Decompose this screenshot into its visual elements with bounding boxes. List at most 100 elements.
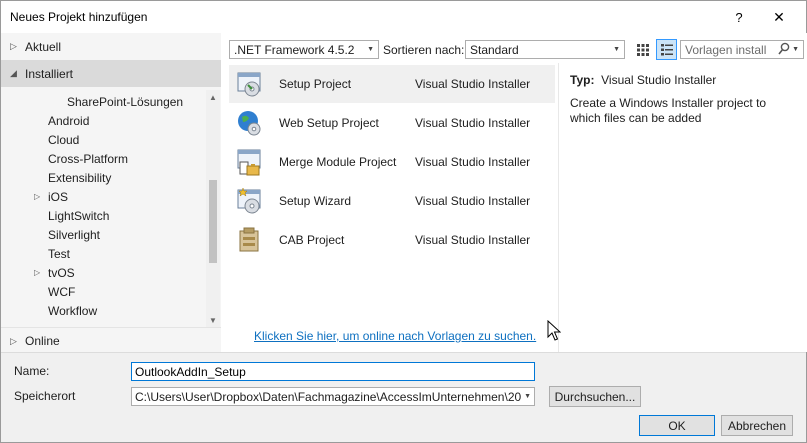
search-dropdown-icon[interactable]: ▼ xyxy=(792,46,799,53)
tree-node-aktuell[interactable]: ▷ Aktuell xyxy=(1,33,221,60)
framework-value: .NET Framework 4.5.2 xyxy=(234,42,355,57)
template-list: Setup Project Visual Studio Installer Web … xyxy=(227,63,557,352)
sort-select[interactable]: Standard ▼ xyxy=(465,40,625,59)
title-bar: Neues Projekt hinzufügen ? ✕ xyxy=(1,1,806,33)
tree-node-label: Aktuell xyxy=(25,39,62,54)
search-button[interactable]: ▼ xyxy=(778,42,799,56)
tree-node-label: Online xyxy=(25,334,60,348)
tree-item-label: LightSwitch xyxy=(48,208,110,223)
tree-item-label: Cross-Platform xyxy=(48,151,129,166)
tree-item[interactable]: Android xyxy=(48,111,89,130)
cancel-button[interactable]: Abbrechen xyxy=(721,415,793,436)
name-input[interactable] xyxy=(131,362,535,381)
framework-select[interactable]: .NET Framework 4.5.2 ▼ xyxy=(229,40,379,59)
template-search[interactable]: ▼ xyxy=(680,40,804,59)
sort-value: Standard xyxy=(470,42,519,57)
help-button[interactable]: ? xyxy=(719,1,759,33)
tree-item-label: tvOS xyxy=(48,265,75,280)
template-name: Setup Project xyxy=(279,77,352,91)
template-category: Visual Studio Installer xyxy=(415,116,531,130)
tree-scrollbar[interactable]: ▲ ▼ xyxy=(206,90,220,327)
location-label: Speicherort xyxy=(14,389,76,403)
search-input[interactable] xyxy=(681,42,773,57)
tree-item[interactable]: Extensibility xyxy=(48,168,111,187)
template-row[interactable]: Setup Project Visual Studio Installer xyxy=(229,65,555,103)
expand-arrow-icon[interactable]: ▷ xyxy=(10,336,22,347)
tree-list: SharePoint-Lösungen Android Cloud Cross-Pla… xyxy=(1,90,206,327)
browse-button[interactable]: Durchsuchen... xyxy=(549,386,641,407)
grid-view-button[interactable] xyxy=(632,39,653,60)
tree-item-label: Cloud xyxy=(48,132,80,147)
ok-button[interactable]: OK xyxy=(639,415,715,436)
expand-arrow-icon[interactable]: ▷ xyxy=(34,192,40,201)
template-category: Visual Studio Installer xyxy=(415,194,531,208)
expand-arrow-icon[interactable]: ▷ xyxy=(10,41,22,52)
scroll-down-icon[interactable]: ▼ xyxy=(206,313,220,327)
tree-item-label: Workflow xyxy=(48,303,98,318)
template-tree-panel: ▷ Aktuell ◢ Installiert SharePoint-Lösun… xyxy=(1,33,221,352)
template-row[interactable]: Web Setup Project Visual Studio Installer xyxy=(229,104,555,142)
tree-item-label: Test xyxy=(48,246,71,261)
tree-item[interactable]: ▷ tvOS xyxy=(34,263,75,282)
tree-item[interactable]: Test xyxy=(48,244,70,263)
list-view-button[interactable] xyxy=(656,39,677,60)
merge-module-project-icon xyxy=(235,147,265,177)
tree-item-label: SharePoint-Lösungen xyxy=(67,94,184,109)
template-category: Visual Studio Installer xyxy=(415,155,531,169)
window-title: Neues Projekt hinzufügen xyxy=(10,10,148,24)
tree-node-installiert[interactable]: ◢ Installiert xyxy=(1,60,221,87)
toolbar: .NET Framework 4.5.2 ▼ Sortieren nach: S… xyxy=(227,33,807,63)
template-name: Setup Wizard xyxy=(279,194,352,208)
setup-wizard-icon xyxy=(235,186,265,216)
tree-item[interactable]: Cross-Platform xyxy=(48,149,128,168)
template-category: Visual Studio Installer xyxy=(415,77,531,91)
details-panel: Typ: Visual Studio Installer Create a Wi… xyxy=(558,63,807,352)
tree-item[interactable]: Cloud xyxy=(48,130,79,149)
template-name: CAB Project xyxy=(279,233,345,247)
mouse-cursor-icon xyxy=(547,320,561,341)
setup-project-icon xyxy=(235,69,265,99)
tree-item-label: Android xyxy=(48,113,90,128)
tree-item[interactable]: ▷ iOS xyxy=(34,187,69,206)
dialog-window: Neues Projekt hinzufügen ? ✕ ▷ Aktuell ◢… xyxy=(0,0,807,443)
tree-node-online[interactable]: ▷ Online xyxy=(1,327,221,354)
tree-item-label: Extensibility xyxy=(48,170,112,185)
list-view-icon xyxy=(660,43,673,55)
details-type: Typ: Visual Studio Installer xyxy=(570,73,716,87)
web-setup-project-icon xyxy=(235,108,265,138)
grid-view-icon xyxy=(636,43,649,56)
template-row[interactable]: CAB Project Visual Studio Installer xyxy=(229,221,555,259)
close-button[interactable]: ✕ xyxy=(759,1,799,33)
dropdown-arrow-icon[interactable]: ▼ xyxy=(367,46,374,53)
tree-item[interactable]: Silverlight xyxy=(48,225,100,244)
expand-arrow-icon[interactable]: ▷ xyxy=(34,268,40,277)
sort-label: Sortieren nach: xyxy=(383,43,465,57)
search-icon xyxy=(778,42,790,55)
tree-item-label: WCF xyxy=(48,284,76,299)
collapse-arrow-icon[interactable]: ◢ xyxy=(10,68,22,79)
cab-project-icon xyxy=(235,225,265,255)
scroll-up-icon[interactable]: ▲ xyxy=(206,90,220,104)
location-value: C:\Users\User\Dropbox\Daten\Fachmagazine… xyxy=(135,389,522,404)
template-row[interactable]: Merge Module Project Visual Studio Instal… xyxy=(229,143,555,181)
details-type-label: Typ: xyxy=(570,73,595,87)
details-type-value: Visual Studio Installer xyxy=(601,73,717,87)
bottom-panel: Name: Speicherort C:\Users\User\Dropbox\… xyxy=(1,352,806,442)
name-label: Name: xyxy=(14,364,50,378)
tree-node-label: Installiert xyxy=(25,66,74,81)
dropdown-arrow-icon[interactable]: ▼ xyxy=(613,46,620,53)
template-name: Web Setup Project xyxy=(279,116,379,130)
tree-item-label: iOS xyxy=(48,189,69,204)
details-description: Create a Windows Installer project to wh… xyxy=(570,96,767,125)
tree-item[interactable]: LightSwitch xyxy=(48,206,109,225)
tree-item[interactable]: Workflow xyxy=(48,301,97,320)
template-category: Visual Studio Installer xyxy=(415,233,531,247)
scrollbar-thumb[interactable] xyxy=(209,180,217,263)
template-name: Merge Module Project xyxy=(279,155,397,169)
tree-item[interactable]: SharePoint-Lösungen xyxy=(67,92,183,111)
tree-item[interactable]: WCF xyxy=(48,282,75,301)
location-select[interactable]: C:\Users\User\Dropbox\Daten\Fachmagazine… xyxy=(131,387,535,406)
template-row[interactable]: Setup Wizard Visual Studio Installer xyxy=(229,182,555,220)
dropdown-arrow-icon[interactable]: ▼ xyxy=(522,393,531,400)
online-templates-link[interactable]: Klicken Sie hier, um online nach Vorlage… xyxy=(254,329,536,343)
